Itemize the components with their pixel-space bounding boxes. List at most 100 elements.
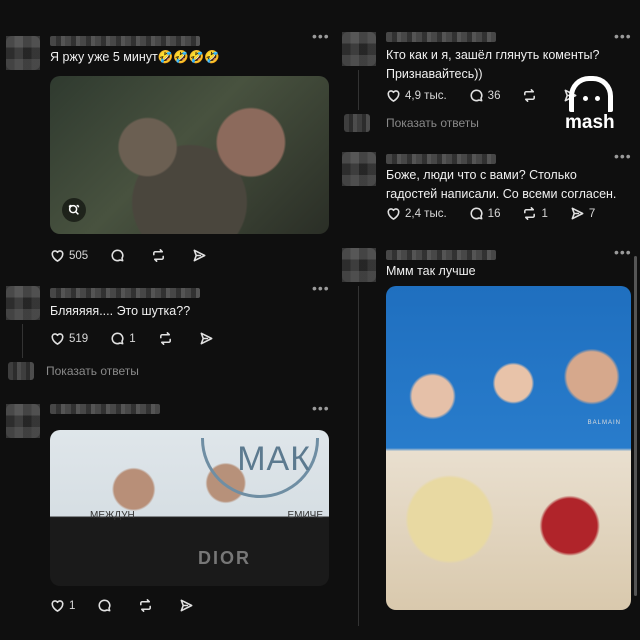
share-count: 7 bbox=[588, 207, 596, 220]
media-caption-left: МЕЖДУН bbox=[90, 510, 135, 521]
comment-button[interactable] bbox=[97, 598, 116, 613]
like-button[interactable]: 2,4 тыс. bbox=[386, 206, 447, 221]
avatar[interactable] bbox=[342, 152, 376, 186]
comment-bubble-icon bbox=[111, 332, 124, 345]
comment-text: Боже, люди что с вами? Столько гадостей … bbox=[386, 168, 617, 201]
comment-bubble-icon bbox=[98, 599, 111, 612]
repost-button[interactable] bbox=[138, 598, 157, 613]
comment-text: Я ржу уже 5 минут🤣🤣🤣🤣 bbox=[50, 50, 220, 64]
thread-line bbox=[358, 286, 359, 626]
image-search-icon[interactable] bbox=[62, 198, 86, 222]
comment-count: 1 bbox=[129, 332, 136, 345]
post-actions: 1 bbox=[50, 598, 220, 613]
thread-line bbox=[358, 70, 359, 110]
reply-avatar bbox=[344, 114, 370, 132]
repost-count: 1 bbox=[541, 207, 548, 220]
scrollbar[interactable] bbox=[634, 256, 637, 596]
like-count: 4,9 тыс. bbox=[405, 89, 447, 102]
comment-button[interactable]: 16 bbox=[469, 206, 501, 221]
media-brand-text: МАК bbox=[237, 440, 311, 478]
post-actions: 2,4 тыс. 16 1 7 bbox=[386, 206, 617, 221]
post-image[interactable]: BALMAIN bbox=[386, 286, 631, 610]
heart-icon bbox=[387, 208, 400, 220]
thread-line bbox=[22, 324, 23, 358]
username[interactable] bbox=[386, 250, 496, 260]
like-button[interactable]: 4,9 тыс. bbox=[386, 88, 447, 103]
logo-m-shape bbox=[569, 76, 613, 112]
repost-button[interactable] bbox=[151, 248, 170, 263]
username[interactable] bbox=[50, 36, 200, 46]
share-button[interactable] bbox=[199, 331, 218, 346]
like-button[interactable]: 1 bbox=[50, 598, 75, 613]
more-dots-icon[interactable]: ••• bbox=[614, 244, 632, 260]
share-button[interactable]: 7 bbox=[570, 206, 595, 221]
like-count: 1 bbox=[69, 599, 76, 612]
mash-logo: mash bbox=[563, 74, 623, 134]
post-actions: 505 bbox=[50, 248, 233, 263]
comment-button[interactable] bbox=[110, 248, 129, 263]
show-replies-link[interactable]: Показать ответы bbox=[386, 116, 479, 130]
post-card: ••• Ммм так лучше BALMAIN bbox=[336, 244, 640, 640]
comment-bubble-icon bbox=[111, 249, 124, 262]
like-count: 519 bbox=[69, 332, 89, 345]
send-arrow-icon bbox=[571, 207, 584, 220]
more-dots-icon[interactable]: ••• bbox=[614, 28, 632, 44]
share-button[interactable] bbox=[179, 598, 198, 613]
heart-icon bbox=[51, 600, 64, 612]
repost-arrows-icon bbox=[159, 332, 171, 345]
send-arrow-icon bbox=[200, 332, 213, 345]
like-count: 2,4 тыс. bbox=[405, 207, 447, 220]
post-image[interactable]: МАК МЕЖДУН ЕМИЧЕ DIOR bbox=[50, 430, 329, 586]
repost-arrows-icon bbox=[153, 249, 165, 262]
more-dots-icon[interactable]: ••• bbox=[312, 400, 330, 416]
repost-button[interactable] bbox=[158, 331, 177, 346]
logo-eye bbox=[583, 96, 588, 101]
repost-arrows-icon bbox=[524, 207, 536, 220]
avatar[interactable] bbox=[6, 286, 40, 320]
post-card: ••• Бляяяяя.... Это шутка?? 519 1 Показа… bbox=[0, 280, 336, 390]
like-count: 505 bbox=[69, 249, 89, 262]
avatar[interactable] bbox=[6, 404, 40, 438]
show-replies-link[interactable]: Показать ответы bbox=[46, 364, 139, 378]
comment-count: 16 bbox=[487, 207, 501, 220]
more-dots-icon[interactable]: ••• bbox=[312, 28, 330, 44]
comment-bubble-icon bbox=[470, 207, 483, 220]
like-button[interactable]: 505 bbox=[50, 248, 88, 263]
repost-arrows-icon bbox=[524, 89, 536, 102]
comment-text: Ммм так лучше bbox=[386, 264, 476, 278]
post-actions: 519 1 bbox=[50, 331, 240, 346]
post-card: ••• Я ржу уже 5 минут🤣🤣🤣🤣 505 bbox=[0, 0, 336, 270]
share-button[interactable] bbox=[192, 248, 211, 263]
heart-icon bbox=[51, 333, 64, 345]
avatar[interactable] bbox=[6, 36, 40, 70]
more-dots-icon[interactable]: ••• bbox=[312, 280, 330, 296]
logo-eye bbox=[595, 96, 600, 101]
send-arrow-icon bbox=[193, 249, 206, 262]
repost-button[interactable]: 1 bbox=[522, 206, 548, 221]
shirt-text: DIOR bbox=[198, 548, 251, 568]
reply-avatar bbox=[8, 362, 34, 380]
shirt-text: BALMAIN bbox=[587, 420, 621, 426]
comment-button[interactable]: 36 bbox=[469, 88, 501, 103]
comment-button[interactable]: 1 bbox=[110, 331, 136, 346]
like-button[interactable]: 519 bbox=[50, 331, 88, 346]
heart-icon bbox=[51, 250, 64, 262]
username[interactable] bbox=[386, 154, 496, 164]
comment-count: 36 bbox=[487, 89, 501, 102]
username[interactable] bbox=[386, 32, 496, 42]
post-image[interactable] bbox=[50, 76, 329, 234]
repost-button[interactable] bbox=[522, 88, 541, 103]
comment-text: Бляяяяя.... Это шутка?? bbox=[50, 304, 191, 318]
more-dots-icon[interactable]: ••• bbox=[614, 148, 632, 164]
post-card: ••• МАК МЕЖДУН ЕМИЧЕ DIOR 1 bbox=[0, 396, 336, 640]
avatar[interactable] bbox=[342, 32, 376, 66]
post-card: ••• Боже, люди что с вами? Столько гадос… bbox=[336, 146, 640, 236]
avatar[interactable] bbox=[342, 248, 376, 282]
media-caption-right: ЕМИЧЕ bbox=[287, 510, 323, 521]
username[interactable] bbox=[50, 404, 160, 414]
heart-icon bbox=[387, 90, 400, 102]
username[interactable] bbox=[50, 288, 200, 298]
comment-bubble-icon bbox=[470, 89, 483, 102]
logo-wordmark: mash bbox=[565, 112, 615, 133]
send-arrow-icon bbox=[180, 599, 193, 612]
